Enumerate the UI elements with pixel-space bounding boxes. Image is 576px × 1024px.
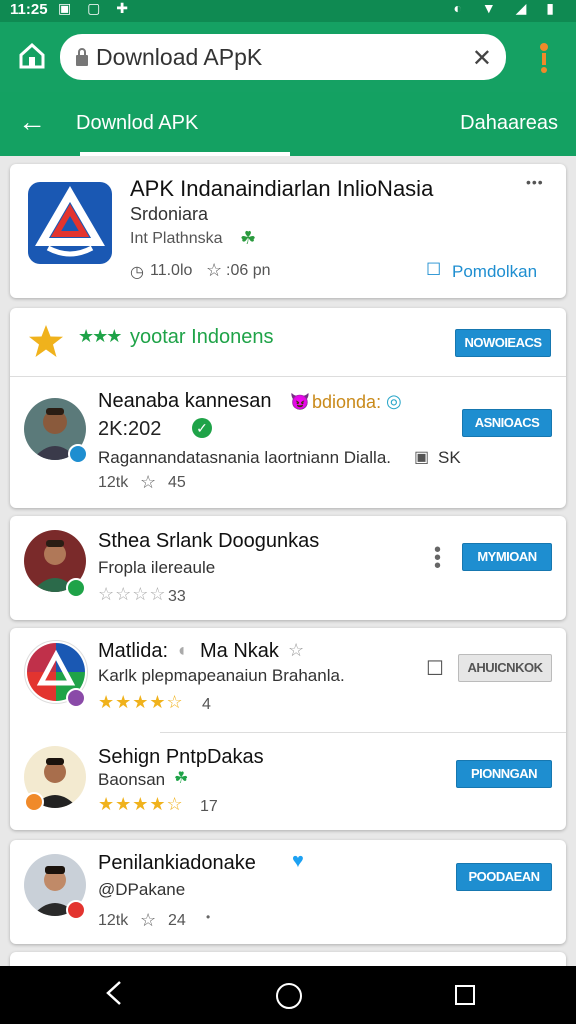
nav-back-icon[interactable] bbox=[100, 978, 130, 1008]
item-name-secondary: Ma Nkak bbox=[200, 640, 279, 662]
system-icons: ◐ ▼ ◢ ▮ bbox=[453, 0, 562, 16]
item-subtitle: @DPakane bbox=[98, 880, 186, 899]
save-icon[interactable]: ☐ bbox=[426, 656, 444, 681]
url-text: Download APpK bbox=[96, 44, 263, 70]
badge-icon bbox=[66, 688, 86, 708]
item-action-button[interactable]: PIONNGAN bbox=[456, 760, 552, 788]
status-bar: 11:25 ▣ ▢ ✚ ◐ ▼ ◢ ▮ bbox=[0, 0, 576, 22]
list-group-card: Matlida: ◖ Ma Nkak ☆ Karlk plepmapeanaiu… bbox=[10, 628, 566, 830]
more-vert-icon[interactable]: • • • bbox=[434, 540, 441, 576]
tab-download-apk[interactable]: Downlod APK bbox=[76, 112, 198, 135]
divider bbox=[160, 732, 566, 733]
rating-card: ★★★ yootar Indonens NOWOIEACS Neanaba ka… bbox=[10, 308, 566, 508]
notification-icons: ▣ ▢ ✚ bbox=[58, 0, 134, 16]
featured-time: :06 pn bbox=[226, 262, 271, 279]
rating-stars: ★★★★☆ bbox=[98, 692, 184, 712]
lock-icon bbox=[76, 48, 88, 66]
item-subtitle: Karlk plepmapeanaiun Brahanla. bbox=[98, 666, 345, 685]
rating-label: yootar Indonens bbox=[130, 326, 274, 348]
rating-stars: ★★★★☆ bbox=[98, 794, 184, 814]
item-count: 24 bbox=[168, 912, 186, 929]
home-icon[interactable] bbox=[18, 42, 46, 70]
list-item[interactable]: Sthea Srlank Doogunkas Fropla ilereaule … bbox=[10, 516, 566, 620]
item-name: Sehign PntpDakas bbox=[98, 746, 264, 768]
item-count: 17 bbox=[200, 798, 218, 815]
list-item[interactable]: Penilankiadonake ♥ @DPakane 12tk ☆ 24 • … bbox=[10, 840, 566, 944]
dot-icon: • bbox=[206, 910, 211, 924]
item-name: Penilankiadonake bbox=[98, 852, 256, 874]
shield-icon: ◖ bbox=[176, 640, 187, 660]
divider bbox=[10, 376, 566, 377]
featured-action-link[interactable]: Pomdolkan bbox=[452, 262, 537, 282]
item-subtitle: Fropla ilereaule bbox=[98, 558, 216, 577]
menu-icon[interactable] bbox=[536, 42, 552, 74]
gold-star-icon bbox=[29, 325, 63, 357]
green-stars: ★★★ bbox=[78, 326, 122, 346]
clock-icon: ◷ bbox=[130, 264, 144, 281]
leaf-icon: ☘ bbox=[240, 228, 257, 248]
item-action-button[interactable]: AHUICNKOK bbox=[458, 654, 552, 682]
url-field[interactable]: Download APpK ✕ bbox=[60, 34, 506, 80]
rating-stars: ☆☆☆☆ bbox=[98, 584, 167, 604]
star-outline-icon: ☆ bbox=[206, 260, 223, 280]
back-arrow-icon[interactable]: ← bbox=[18, 106, 46, 138]
star-outline-icon: ☆ bbox=[140, 910, 157, 930]
status-time: 11:25 bbox=[10, 1, 48, 18]
item-name: Sthea Srlank Doogunkas bbox=[98, 530, 320, 552]
rating-action-button[interactable]: NOWOIEACS bbox=[455, 329, 551, 357]
emoji-icon: 😈 bbox=[290, 394, 310, 411]
badge-icon bbox=[66, 900, 86, 920]
system-nav-bar bbox=[0, 966, 576, 1024]
star-outline-icon: ☆ bbox=[140, 472, 157, 492]
more-options-icon[interactable]: ••• bbox=[526, 174, 544, 190]
bird-icon: ♥ bbox=[292, 850, 304, 872]
user-handle: 2K:202 bbox=[98, 418, 162, 440]
user-action-button[interactable]: ASNIOACS bbox=[462, 409, 552, 437]
item-name: Matlida: bbox=[98, 640, 169, 662]
featured-subtitle: Srdoniara bbox=[130, 204, 209, 224]
globe-icon: ◎ bbox=[386, 391, 402, 411]
user-extra: SK bbox=[438, 448, 461, 467]
star-outline-icon: ☆ bbox=[288, 640, 305, 660]
user-name: Neanaba kannesan bbox=[98, 390, 272, 412]
leaf-icon: ☘ bbox=[174, 770, 189, 787]
featured-app-card[interactable]: APK Indanaindiarlan InlioNasia Srdoniara… bbox=[10, 164, 566, 298]
user-text: Ragannandatasnania laortniann Dialla. bbox=[98, 448, 391, 467]
tab-indicator bbox=[80, 152, 290, 156]
download-icon: ☐ bbox=[426, 260, 442, 279]
tab-dahaareas[interactable]: Dahaareas bbox=[460, 112, 558, 135]
item-count: 33 bbox=[168, 588, 186, 605]
app-bar: ← Downlod APK Dahaareas bbox=[0, 92, 576, 156]
online-badge bbox=[66, 578, 86, 598]
check-icon: ✓ bbox=[192, 418, 212, 438]
item-action-button[interactable]: POODAEAN bbox=[456, 863, 552, 891]
item-count-prefix: 12tk bbox=[98, 912, 129, 929]
browser-toolbar: Download APpK ✕ bbox=[0, 22, 576, 92]
user-tag: bdionda: bbox=[312, 392, 382, 412]
app-logo-icon bbox=[28, 182, 112, 264]
item-action-button[interactable]: MYMIOAN bbox=[462, 543, 552, 571]
verified-badge bbox=[68, 444, 88, 464]
item-subtitle: Baonsan bbox=[98, 770, 166, 789]
featured-title: APK Indanaindiarlan InlioNasia bbox=[130, 176, 434, 201]
nav-home-icon[interactable] bbox=[276, 983, 302, 1009]
doc-icon: ▣ bbox=[414, 449, 430, 466]
featured-size: 11.0lo bbox=[150, 262, 193, 279]
badge-icon bbox=[24, 792, 44, 812]
featured-meta: Int Plathnska bbox=[130, 230, 223, 247]
nav-recent-icon[interactable] bbox=[455, 985, 475, 1005]
item-count: 4 bbox=[202, 696, 211, 713]
user-count-prefix: 12tk bbox=[98, 474, 129, 491]
user-count: 45 bbox=[168, 474, 186, 491]
clear-icon[interactable]: ✕ bbox=[472, 44, 492, 73]
